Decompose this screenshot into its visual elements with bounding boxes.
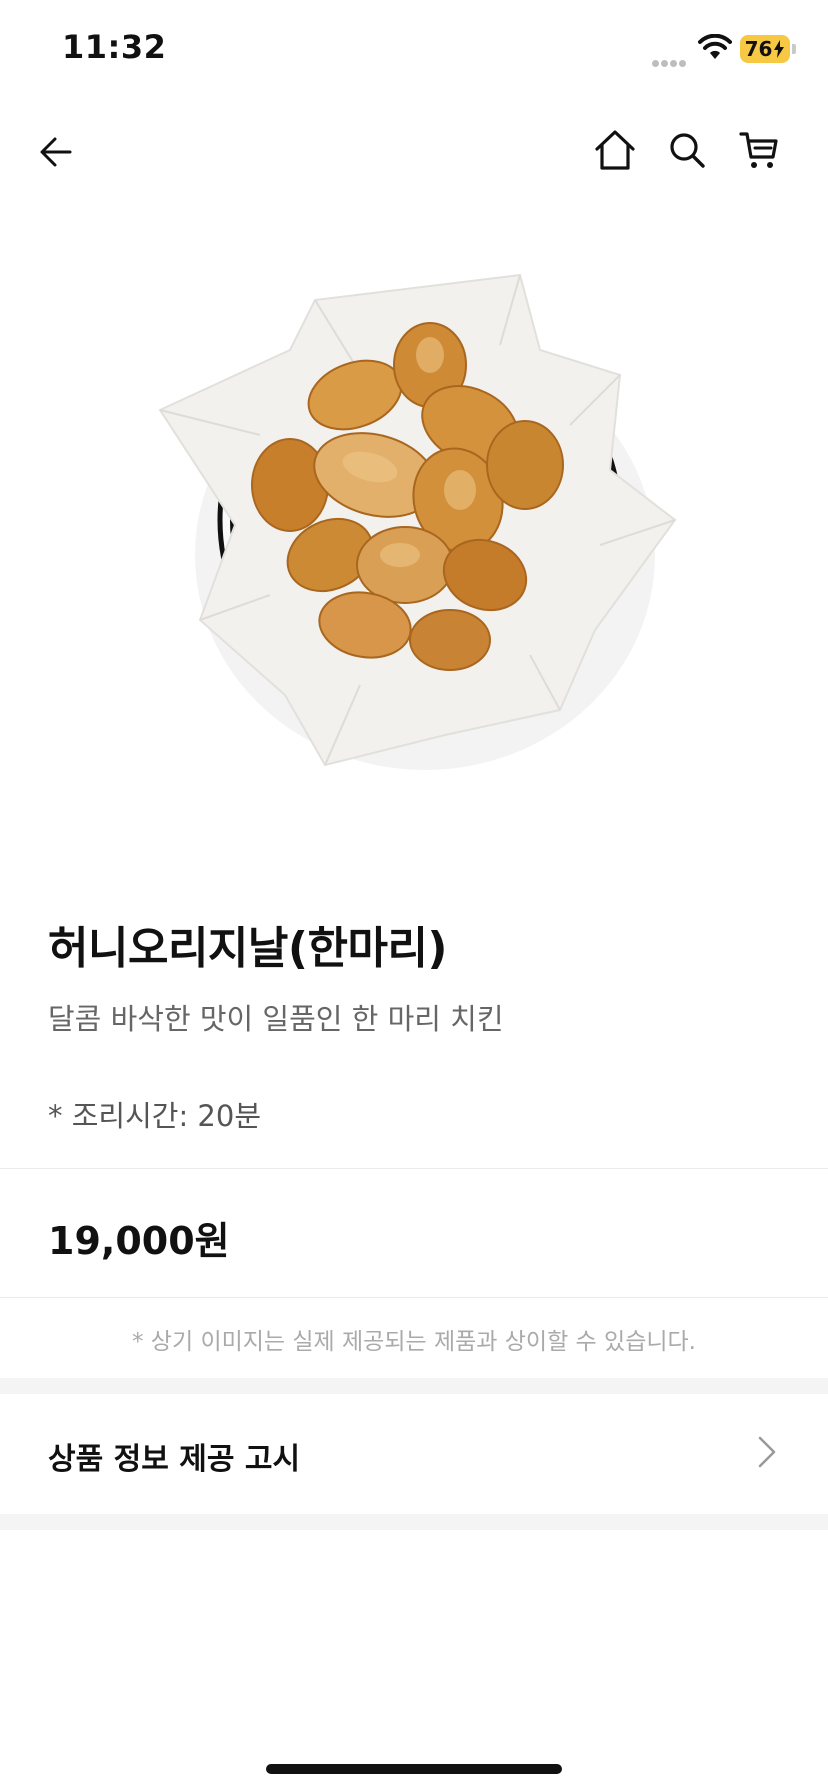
cart-button[interactable] [730, 120, 790, 180]
signal-dots-icon [652, 52, 690, 67]
back-button[interactable] [26, 122, 86, 182]
section-separator [0, 1378, 828, 1394]
home-button[interactable] [585, 120, 645, 180]
product-info-notice-label: 상품 정보 제공 고시 [48, 1442, 301, 1477]
product-info-notice-row[interactable]: 상품 정보 제공 고시 [0, 1394, 828, 1514]
battery-cap [792, 44, 796, 54]
battery-level: 76 [744, 37, 773, 61]
status-time: 11:32 [62, 28, 167, 66]
product-title: 허니오리지날(한마리) [48, 923, 448, 974]
bolt-icon [774, 40, 785, 58]
cook-time: * 조리시간: 20분 [48, 1099, 262, 1133]
section-separator [0, 1514, 828, 1530]
status-bar: 11:32 76 [0, 0, 828, 100]
battery-charging-icon: 76 [740, 35, 790, 63]
home-indicator[interactable] [266, 1764, 562, 1774]
image-disclaimer: * 상기 이미지는 실제 제공되는 제품과 상이할 수 있습니다. [132, 1329, 696, 1355]
product-description: 달콤 바삭한 맛이 일품인 한 마리 치킨 [48, 1002, 504, 1036]
search-icon [670, 133, 705, 168]
home-icon [595, 130, 635, 170]
product-image [158, 273, 677, 770]
divider [0, 1297, 828, 1298]
product-detail-screen: 11:32 76 허니오리지날(한마리) 달콤 바삭한 맛이 일품인 한 마리 … [0, 0, 828, 1792]
search-button[interactable] [657, 120, 717, 180]
divider [0, 1168, 828, 1169]
cart-icon [739, 132, 778, 168]
nav-bar [0, 120, 828, 190]
product-price: 19,000원 [48, 1219, 230, 1263]
chevron-right-icon [758, 1436, 776, 1468]
wifi-icon [698, 34, 732, 59]
back-arrow-icon [40, 137, 72, 167]
